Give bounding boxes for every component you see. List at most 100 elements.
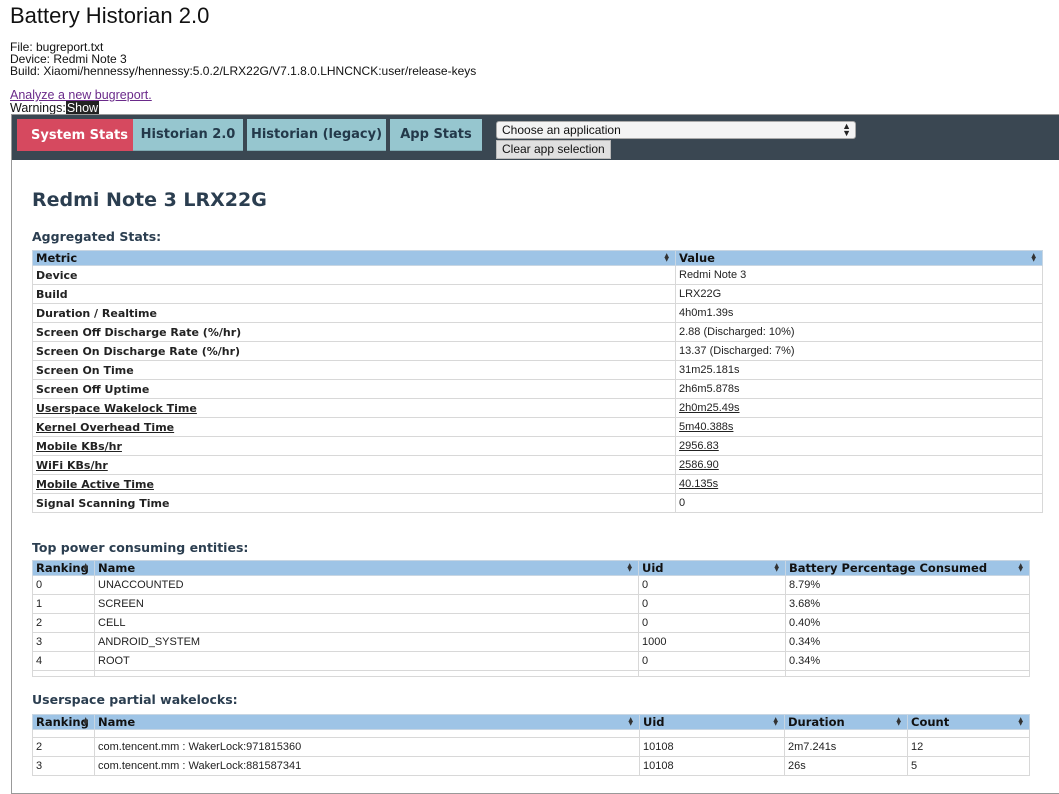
warnings: Warnings:Show xyxy=(10,101,100,115)
table-row: 3 com.tencent.mm : WakerLock:881587341 101… xyxy=(32,756,1030,776)
wakelocks-scroll-area[interactable]: Ranking ▲ ▼ Name ▲ ▼ Uid ▲ ▼ Duration ▲ ▼ Count ▲… xyxy=(32,714,1030,779)
table-row: 1 SCREEN 0 3.68% xyxy=(32,594,1030,614)
tab-historian-2[interactable]: Historian 2.0 xyxy=(133,119,243,151)
column-header-ranking[interactable]: Ranking ▲ ▼ xyxy=(32,714,95,730)
tab-historian-legacy[interactable]: Historian (legacy) xyxy=(247,119,386,151)
battery-percentage-cell: 0.34% xyxy=(785,651,1030,671)
column-header-name[interactable]: Name ▲ ▼ xyxy=(94,714,640,730)
name-cell: com.tencent.mm : WakerLock:971815360 xyxy=(94,737,640,757)
table-row: Screen On Time 31m25.181s xyxy=(32,360,1043,380)
metric-cell: Device xyxy=(32,265,676,285)
table-row: Device Redmi Note 3 xyxy=(32,265,1043,285)
power-consumers-table: Ranking ▲ ▼ Name ▲ ▼ Uid ▲ ▼ Battery Percentag… xyxy=(32,560,1030,677)
sort-icon: ▲ ▼ xyxy=(664,252,669,263)
column-header-name[interactable]: Name ▲ ▼ xyxy=(94,560,639,576)
analyze-new-bugreport-link[interactable]: Analyze a new bugreport. xyxy=(10,88,152,102)
metric-cell: Screen Off Uptime xyxy=(32,379,676,399)
sort-icon: ▲ ▼ xyxy=(83,716,88,727)
table-row: 2 CELL 0 0.40% xyxy=(32,613,1030,633)
table-row: Screen Off Discharge Rate (%/hr) 2.88 (Di… xyxy=(32,322,1043,342)
metric-cell[interactable]: Mobile KBs/hr xyxy=(32,436,676,456)
wakelocks-table: Ranking ▲ ▼ Name ▲ ▼ Uid ▲ ▼ Duration ▲ ▼ Count ▲… xyxy=(32,714,1030,776)
metric-cell[interactable]: Userspace Wakelock Time xyxy=(32,398,676,418)
value-cell: 0 xyxy=(675,493,1043,513)
table-row: Screen Off Uptime 2h6m5.878s xyxy=(32,379,1043,399)
uid-cell: 0 xyxy=(638,594,786,614)
sort-icon: ▲ ▼ xyxy=(774,562,779,573)
metric-cell[interactable]: Mobile Active Time xyxy=(32,474,676,494)
table-row-partial xyxy=(32,670,1030,677)
wakelocks-title: Userspace partial wakelocks: xyxy=(32,692,238,707)
application-select[interactable]: Choose an application ▲ ▼ xyxy=(496,121,856,139)
uid-cell: 0 xyxy=(638,651,786,671)
column-header-duration[interactable]: Duration ▲ ▼ xyxy=(784,714,908,730)
battery-percentage-cell: 8.79% xyxy=(785,575,1030,595)
table-row: Signal Scanning Time 0 xyxy=(32,493,1043,513)
sort-icon: ▲ ▼ xyxy=(1031,252,1036,263)
aggregated-stats-table: Metric ▲ ▼ Value ▲ ▼ Device Redmi Note 3 Build… xyxy=(32,250,1043,513)
uid-cell: 1000 xyxy=(638,632,786,652)
ranking-cell: 4 xyxy=(32,651,95,671)
battery-percentage-cell: 0.34% xyxy=(785,632,1030,652)
clear-app-selection-button[interactable]: Clear app selection xyxy=(496,140,611,159)
duration-cell: 2m7.241s xyxy=(784,737,908,757)
ranking-cell: 2 xyxy=(32,613,95,633)
sort-icon: ▲ ▼ xyxy=(896,716,901,727)
tab-system-stats[interactable]: System Stats xyxy=(17,119,142,151)
device-heading: Redmi Note 3 LRX22G xyxy=(32,189,267,211)
uid-cell: 10108 xyxy=(639,737,785,757)
column-header-ranking[interactable]: Ranking ▲ ▼ xyxy=(32,560,95,576)
metric-cell: Signal Scanning Time xyxy=(32,493,676,513)
column-header-count[interactable]: Count ▲ ▼ xyxy=(907,714,1030,730)
metric-cell[interactable]: Kernel Overhead Time xyxy=(32,417,676,437)
table-row: Kernel Overhead Time 5m40.388s xyxy=(32,417,1043,437)
battery-percentage-cell: 3.68% xyxy=(785,594,1030,614)
value-cell[interactable]: 40.135s xyxy=(675,474,1043,494)
value-cell[interactable]: 2586.90 xyxy=(675,455,1043,475)
value-cell[interactable]: 5m40.388s xyxy=(675,417,1043,437)
metric-cell[interactable]: WiFi KBs/hr xyxy=(32,455,676,475)
count-cell: 5 xyxy=(907,756,1030,776)
empty-cell xyxy=(785,670,1030,677)
metric-cell: Screen On Time xyxy=(32,360,676,380)
battery-percentage-cell: 0.40% xyxy=(785,613,1030,633)
sort-icon: ▲ ▼ xyxy=(1018,716,1023,727)
ranking-cell: 3 xyxy=(32,756,95,776)
aggregated-stats-title: Aggregated Stats: xyxy=(32,229,162,244)
value-cell: 4h0m1.39s xyxy=(675,303,1043,323)
name-cell: CELL xyxy=(94,613,639,633)
ranking-cell: 3 xyxy=(32,632,95,652)
sort-icon: ▲ ▼ xyxy=(83,562,88,573)
column-header-value[interactable]: Value ▲ ▼ xyxy=(675,250,1043,266)
uid-cell: 0 xyxy=(638,613,786,633)
duration-cell: 26s xyxy=(784,756,908,776)
column-header-battery-percentage[interactable]: Battery Percentage Consumed ▲ ▼ xyxy=(785,560,1030,576)
column-header-uid[interactable]: Uid ▲ ▼ xyxy=(639,714,785,730)
tab-app-stats[interactable]: App Stats xyxy=(390,119,482,151)
metric-cell: Screen Off Discharge Rate (%/hr) xyxy=(32,322,676,342)
name-cell: com.tencent.mm : WakerLock:881587341 xyxy=(94,756,640,776)
value-cell: 13.37 (Discharged: 7%) xyxy=(675,341,1043,361)
value-cell[interactable]: 2956.83 xyxy=(675,436,1043,456)
application-select-value: Choose an application xyxy=(502,123,621,137)
column-header-uid[interactable]: Uid ▲ ▼ xyxy=(638,560,786,576)
table-row-partial xyxy=(32,729,1030,738)
table-row: WiFi KBs/hr 2586.90 xyxy=(32,455,1043,475)
table-row: 4 ROOT 0 0.34% xyxy=(32,651,1030,671)
table-row: Mobile Active Time 40.135s xyxy=(32,474,1043,494)
table-row: 3 ANDROID_SYSTEM 1000 0.34% xyxy=(32,632,1030,652)
column-header-metric[interactable]: Metric ▲ ▼ xyxy=(32,250,676,266)
value-cell: 2.88 (Discharged: 10%) xyxy=(675,322,1043,342)
ranking-cell: 2 xyxy=(32,737,95,757)
value-cell[interactable]: 2h0m25.49s xyxy=(675,398,1043,418)
sort-icon: ▲ ▼ xyxy=(627,562,632,573)
ranking-cell: 1 xyxy=(32,594,95,614)
file-info: File: bugreport.txt Device: Redmi Note 3… xyxy=(10,41,476,77)
uid-cell: 10108 xyxy=(639,756,785,776)
select-arrows-icon: ▲ ▼ xyxy=(842,121,851,138)
value-cell: LRX22G xyxy=(675,284,1043,304)
warnings-show-button[interactable]: Show xyxy=(65,101,100,115)
table-row: Mobile KBs/hr 2956.83 xyxy=(32,436,1043,456)
sort-icon: ▲ ▼ xyxy=(773,716,778,727)
empty-cell xyxy=(32,670,95,677)
